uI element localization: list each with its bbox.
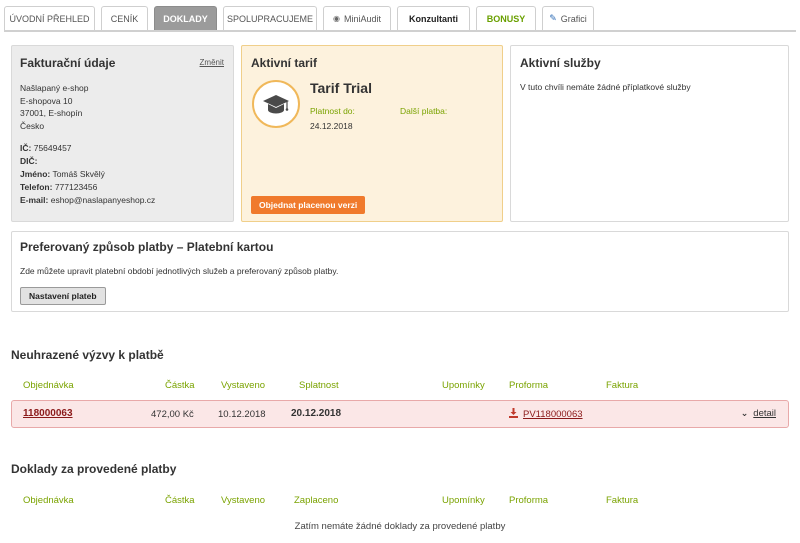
column-header: Částka [165, 380, 195, 391]
chevron-down-icon: ⌄ [740, 408, 749, 418]
tab-documents[interactable]: DOKLADY [154, 6, 217, 30]
tariff-name: Tarif Trial [310, 80, 372, 96]
detail-toggle[interactable]: ⌄ detail [741, 408, 776, 419]
tab-partners[interactable]: SPOLUPRACUJEME [223, 6, 317, 30]
address-line: 37001, E-shopín [20, 108, 83, 118]
column-header: Zaplaceno [294, 495, 339, 506]
valid-until-value: 24.12.2018 [310, 121, 353, 131]
proforma-link[interactable]: PV118000063 [523, 409, 583, 420]
column-header: Splatnost [299, 380, 339, 391]
tab-label: BONUSY [486, 13, 526, 24]
change-billing-link[interactable]: Změnit [200, 58, 224, 67]
download-icon[interactable] [509, 408, 518, 421]
name-row: Jméno: Tomáš Skvělý [20, 168, 155, 181]
tab-graphic-designers[interactable]: ✎ Grafici [542, 6, 594, 30]
column-header: Vystaveno [221, 495, 266, 506]
services-message: V tuto chvíli nemáte žádné příplatkové s… [520, 82, 691, 92]
order-paid-version-button[interactable]: Objednat placenou verzi [251, 196, 366, 214]
billing-title: Fakturační údaje [20, 56, 116, 70]
billing-identifiers: IČ: 75649457 DIČ: Jméno: Tomáš Skvělý Te… [20, 142, 155, 207]
next-payment-label: Další platba: [400, 106, 448, 116]
graduation-cap-icon [252, 80, 300, 128]
active-services-panel: Aktivní služby V tuto chvíli nemáte žádn… [510, 45, 789, 222]
column-header: Faktura [606, 495, 639, 506]
tab-label: CENÍK [110, 13, 139, 24]
due-date-cell: 20.12.2018 [291, 408, 342, 419]
tab-bonuses[interactable]: BONUSY [476, 6, 536, 30]
tab-label: SPOLUPRACUJEME [226, 13, 314, 24]
unpaid-section-title: Neuhrazené výzvy k platbě [11, 348, 164, 362]
valid-until-label: Platnost do: [310, 106, 355, 116]
tab-label: MiniAudit [343, 13, 381, 24]
tab-bar: ÚVODNÍ PŘEHLED CENÍK DOKLADY SPOLUPRACUJ… [4, 6, 796, 32]
amount-cell: 472,00 Kč [151, 409, 194, 420]
issued-cell: 10.12.2018 [218, 409, 266, 420]
tab-consultants[interactable]: Konzultanti [397, 6, 470, 30]
tab-pricing[interactable]: CENÍK [101, 6, 148, 30]
phone-row: Telefon: 777123456 [20, 181, 155, 194]
services-title: Aktivní služby [520, 56, 601, 70]
payment-title: Preferovaný způsob platby – Platební kar… [20, 240, 274, 254]
tab-miniaudit[interactable]: ◉ MiniAudit [323, 6, 391, 30]
email-value: eshop@naslapanyeshop.cz [50, 195, 156, 205]
order-number-link[interactable]: 118000063 [23, 408, 73, 419]
email-row: E-mail: eshop@naslapanyeshop.cz [20, 194, 155, 207]
column-header: Objednávka [23, 495, 74, 506]
column-header: Faktura [606, 380, 639, 391]
payment-description: Zde můžete upravit platební období jedno… [20, 266, 339, 276]
paid-section-title: Doklady za provedené platby [11, 462, 177, 476]
column-header: Objednávka [23, 380, 74, 391]
ic-label: IČ: [20, 143, 32, 153]
ic-value: 75649457 [33, 143, 72, 153]
table-row: 118000063 472,00 Kč 10.12.2018 20.12.201… [11, 400, 789, 428]
tab-label: Grafici [560, 13, 587, 24]
column-header: Proforma [509, 495, 549, 506]
name-value: Tomáš Skvělý [52, 169, 105, 179]
email-label: E-mail: [20, 195, 49, 205]
address-line: Našlapaný e-shop [20, 83, 89, 93]
active-tariff-panel: Aktivní tarif Tarif Trial Platnost do: 2… [241, 45, 503, 222]
dic-row: DIČ: [20, 155, 155, 168]
tab-overview[interactable]: ÚVODNÍ PŘEHLED [4, 6, 95, 30]
phone-value: 777123456 [54, 182, 98, 192]
address-line: E-shopova 10 [20, 95, 73, 106]
tariff-title: Aktivní tarif [251, 56, 318, 70]
tab-label: DOKLADY [163, 13, 208, 24]
empty-paid-message: Zatím nemáte žádné doklady za provedené … [294, 521, 506, 532]
billing-panel: Fakturační údaje Změnit Našlapaný e-shop… [11, 45, 234, 222]
dic-label: DIČ: [20, 156, 38, 166]
address-line: Česko [20, 120, 45, 131]
billing-address: Našlapaný e-shop E-shopova 10 37001, E-s… [20, 82, 89, 132]
phone-label: Telefon: [20, 182, 53, 192]
payment-method-panel: Preferovaný způsob platby – Platební kar… [11, 231, 789, 312]
payment-settings-button[interactable]: Nastavení plateb [20, 287, 106, 305]
column-header: Částka [165, 495, 195, 506]
detail-label: detail [753, 408, 776, 419]
column-header: Vystaveno [221, 380, 266, 391]
tab-label: ÚVODNÍ PŘEHLED [9, 13, 90, 24]
ic-row: IČ: 75649457 [20, 142, 155, 155]
eye-icon: ◉ [333, 14, 340, 23]
column-header: Upomínky [442, 495, 485, 506]
column-header: Upomínky [442, 380, 485, 391]
name-label: Jméno: [20, 169, 51, 179]
column-header: Proforma [509, 380, 549, 391]
tab-label: Konzultanti [409, 13, 458, 24]
pen-icon: ✎ [549, 13, 557, 23]
